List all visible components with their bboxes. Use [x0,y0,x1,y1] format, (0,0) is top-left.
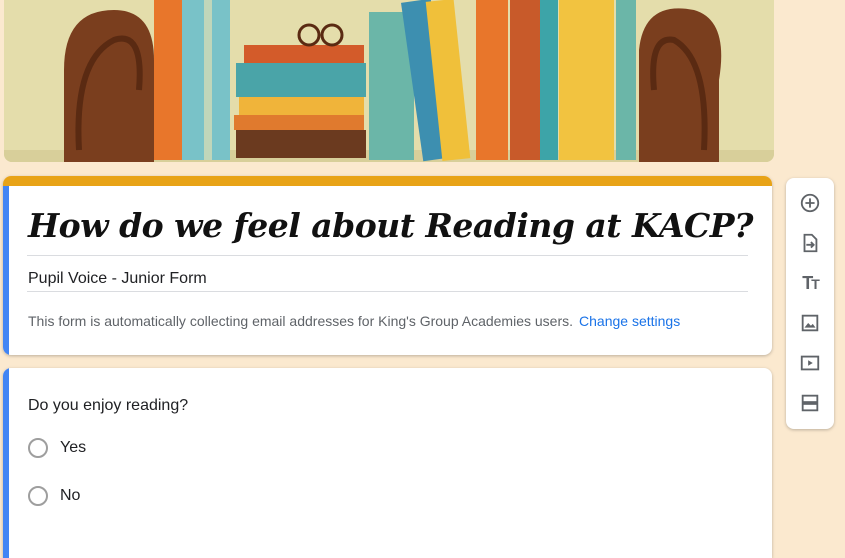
form-description[interactable]: Pupil Voice - Junior Form [28,270,207,288]
description-underline [27,291,748,292]
change-settings-link[interactable]: Change settings [579,313,680,329]
option-yes[interactable]: Yes [28,438,86,458]
question-card[interactable]: Do you enjoy reading? Yes No [3,368,772,558]
notice-text: This form is automatically collecting em… [28,313,574,329]
add-section-icon[interactable] [798,391,822,415]
radio-button-yes[interactable] [28,438,48,458]
add-video-icon[interactable] [798,351,822,375]
email-collection-notice: This form is automatically collecting em… [28,313,680,329]
header-banner-image [4,0,774,162]
option-no[interactable]: No [28,486,80,506]
title-underline [27,255,748,256]
option-label-no: No [60,487,81,504]
question-title[interactable]: Do you enjoy reading? [28,397,188,415]
form-title[interactable]: How do we feel about Reading at KACP? [28,206,753,245]
add-image-icon[interactable] [798,311,822,335]
add-title-icon[interactable]: TT [798,271,822,295]
question-indicator-bar [3,368,9,558]
form-title-card[interactable]: How do we feel about Reading at KACP? Pu… [3,176,772,355]
radio-button-no[interactable] [28,486,48,506]
theme-color-bar [3,176,772,186]
option-label-yes: Yes [60,439,87,456]
add-question-icon[interactable] [798,191,822,215]
import-questions-icon[interactable] [798,231,822,255]
side-toolbar: TT [786,178,834,429]
active-card-indicator [3,186,9,355]
